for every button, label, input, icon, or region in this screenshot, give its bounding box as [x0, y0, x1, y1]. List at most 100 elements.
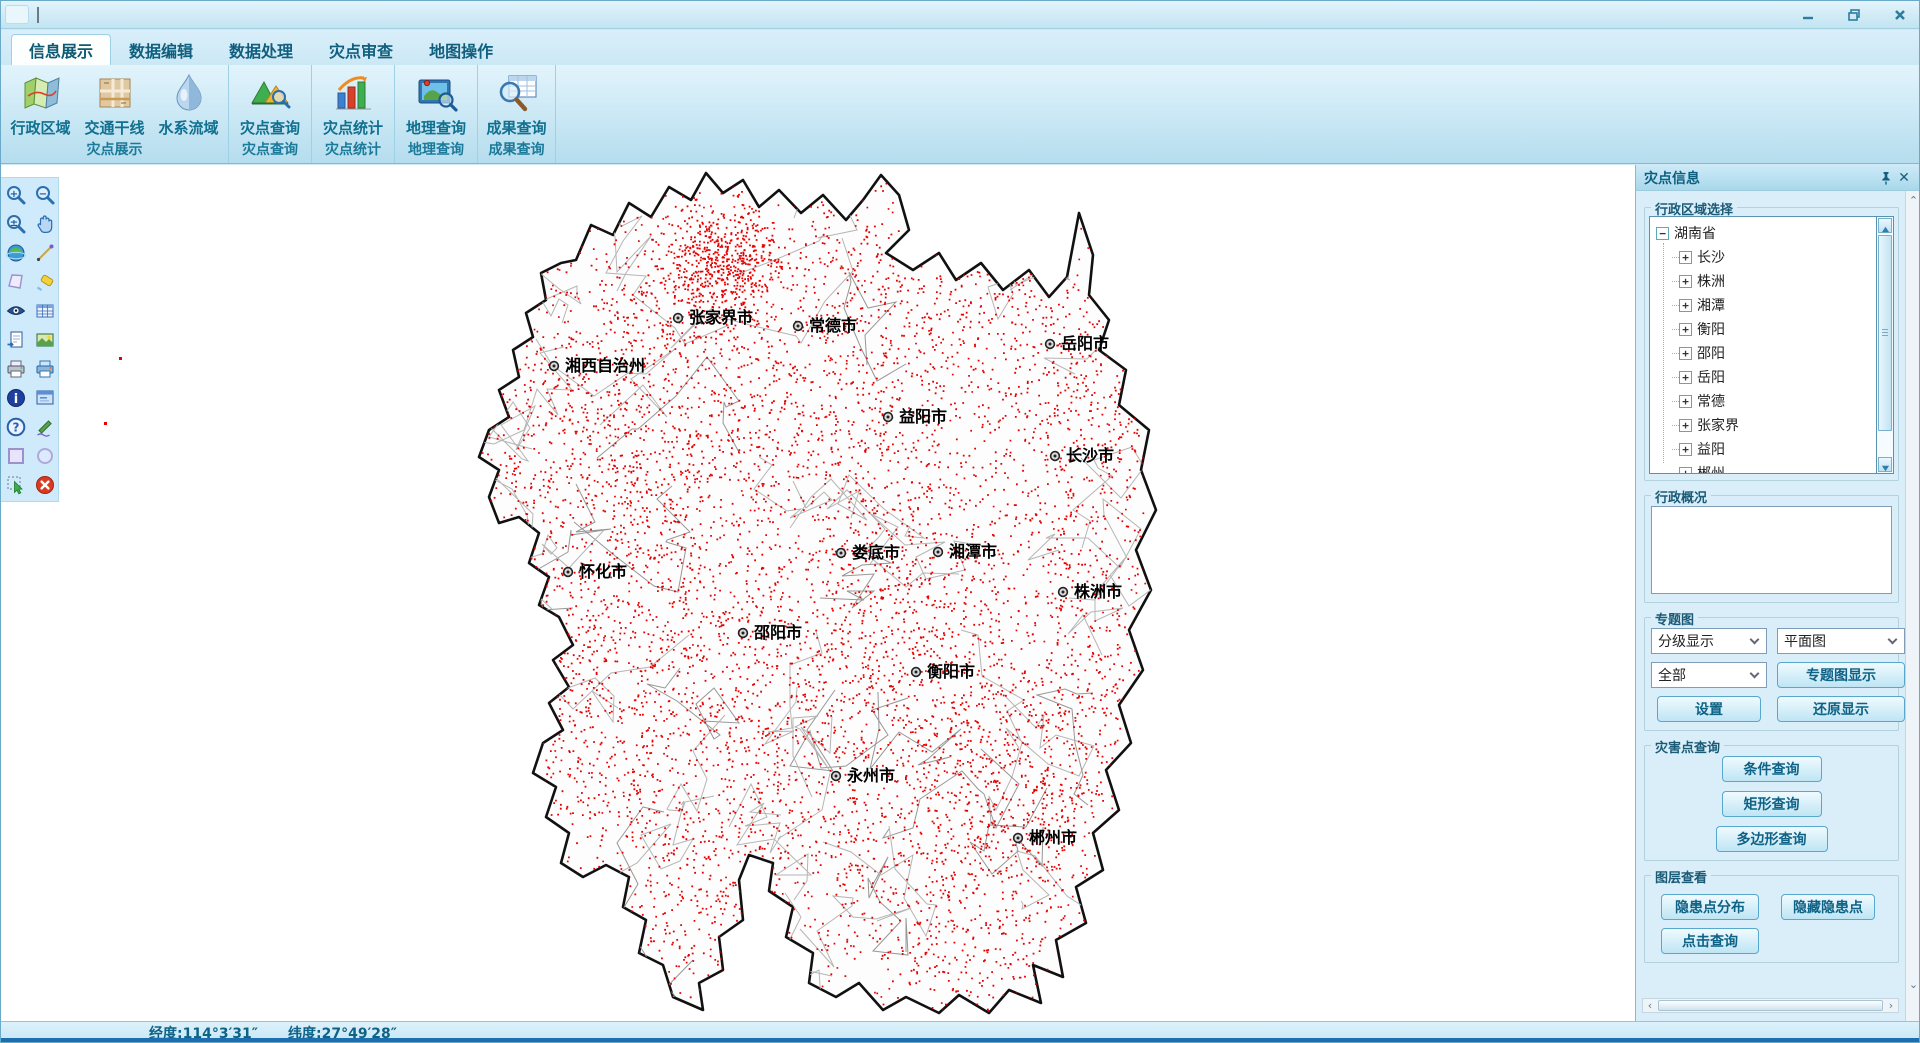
expand-icon[interactable]: +: [1679, 275, 1692, 288]
water-system-button[interactable]: 水系流域: [152, 71, 226, 138]
tree-scroll-thumb[interactable]: [1878, 235, 1892, 431]
tab-0[interactable]: 信息展示: [11, 34, 111, 65]
tree-scroll-down[interactable]: [1878, 457, 1892, 472]
result-query-button[interactable]: 成果查询: [480, 71, 554, 138]
expand-icon[interactable]: +: [1679, 323, 1692, 336]
tree-node-label: 湘潭: [1697, 295, 1725, 315]
tool-print-preview[interactable]: [33, 357, 57, 381]
map-city-label: 常德市: [809, 316, 857, 335]
tree-child-node-6[interactable]: + 常德: [1650, 389, 1876, 413]
close-button[interactable]: [1889, 6, 1911, 24]
tool-pointer-select[interactable]: [4, 473, 28, 497]
tree-child-node-9[interactable]: +郴州: [1650, 461, 1876, 473]
thematic-show-button[interactable]: 专题图显示: [1777, 662, 1905, 688]
polygon-query-button[interactable]: 多边形查询: [1716, 826, 1828, 852]
tool-zoom-out[interactable]: −: [33, 183, 57, 207]
tree-child-node-7[interactable]: +张家界: [1650, 413, 1876, 437]
tool-pan[interactable]: [33, 212, 57, 236]
expand-icon[interactable]: +: [1679, 419, 1692, 432]
tool-table[interactable]: [33, 299, 57, 323]
tool-measure[interactable]: [33, 241, 57, 265]
map-style-select[interactable]: 平面图: [1777, 628, 1905, 654]
rectangle-query-button[interactable]: 矩形查询: [1722, 791, 1822, 817]
admin-region-button[interactable]: 行政区域: [4, 71, 78, 138]
restore-display-button[interactable]: 还原显示: [1777, 696, 1905, 722]
disaster-stats-button[interactable]: 灾点统计: [316, 71, 390, 138]
ribbon-group-label: 灾点查询: [229, 139, 311, 163]
chevron-down-icon: [1750, 669, 1760, 679]
tab-3[interactable]: 灾点审查: [311, 34, 411, 65]
tool-zoom-window[interactable]: ±: [4, 212, 28, 236]
traffic-lines-button[interactable]: 交通干线: [78, 71, 152, 138]
expand-icon[interactable]: +: [1679, 251, 1692, 264]
svg-text:−: −: [38, 188, 46, 199]
overview-textbox[interactable]: [1651, 506, 1892, 594]
pin-icon[interactable]: [1877, 169, 1895, 187]
tool-rect-select[interactable]: [4, 444, 28, 468]
tool-delete[interactable]: [33, 473, 57, 497]
disaster-info-panel: 灾点信息 ✕ 行政区域选择 −湖南省+长沙+株洲+湘潭+衡阳+邵阳+岳阳+常德+…: [1635, 165, 1920, 1021]
scope-select[interactable]: 全部: [1651, 662, 1767, 688]
tool-export[interactable]: [4, 328, 28, 352]
settings-button[interactable]: 设置: [1657, 696, 1761, 722]
thematic-type-select[interactable]: 分级显示: [1651, 628, 1767, 654]
expand-icon[interactable]: +: [1679, 299, 1692, 312]
tool-printer[interactable]: [4, 357, 28, 381]
expand-icon[interactable]: +: [1679, 371, 1692, 384]
condition-query-button[interactable]: 条件查询: [1722, 756, 1822, 782]
hide-hazard-button[interactable]: 隐藏隐患点: [1781, 894, 1875, 920]
disaster-query-button[interactable]: 灾点查询: [233, 71, 307, 138]
tool-sketch[interactable]: [33, 415, 57, 439]
minimize-button[interactable]: [1797, 6, 1819, 24]
tool-image[interactable]: [33, 328, 57, 352]
tree-child-node-0[interactable]: +长沙: [1650, 245, 1876, 269]
tab-1[interactable]: 数据编辑: [111, 34, 211, 65]
click-query-button[interactable]: 点击查询: [1661, 928, 1759, 954]
tool-window[interactable]: [33, 386, 57, 410]
tool-globe[interactable]: [4, 241, 28, 265]
tool-eye[interactable]: [4, 299, 28, 323]
tree-root-node[interactable]: −湖南省: [1650, 221, 1876, 245]
panel-scroll-down-icon[interactable]: ⌄: [1906, 977, 1920, 993]
tool-circle-select[interactable]: [33, 444, 57, 468]
tool-eraser[interactable]: [33, 270, 57, 294]
tab-2[interactable]: 数据处理: [211, 34, 311, 65]
tree-child-node-1[interactable]: +株洲: [1650, 269, 1876, 293]
tree-node-label: 益阳: [1697, 439, 1725, 459]
map-canvas[interactable]: 张家界市常德市岳阳市湘西自治州益阳市长沙市娄底市湘潭市怀化市株洲市邵阳市衡阳市永…: [1, 165, 1635, 1021]
restore-button[interactable]: [1843, 6, 1865, 24]
expand-icon[interactable]: +: [1679, 443, 1692, 456]
tree-child-node-8[interactable]: + 益阳: [1650, 437, 1876, 461]
tree-child-node-4[interactable]: +邵阳: [1650, 341, 1876, 365]
panel-scroll-up-icon[interactable]: ⌃: [1906, 193, 1920, 209]
tool-info[interactable]: i: [4, 386, 28, 410]
tool-polygon[interactable]: [4, 270, 28, 294]
tool-help[interactable]: ?: [4, 415, 28, 439]
expand-icon[interactable]: +: [1679, 347, 1692, 360]
disaster-query-groupbox: 灾害点查询 条件查询 矩形查询 多边形查询: [1644, 745, 1899, 861]
tab-4[interactable]: 地图操作: [411, 34, 511, 65]
panel-scroll-right-icon[interactable]: ›: [1884, 999, 1898, 1012]
tree-child-node-2[interactable]: + 湘潭: [1650, 293, 1876, 317]
panel-close-icon[interactable]: ✕: [1895, 169, 1913, 187]
collapse-icon[interactable]: −: [1656, 227, 1669, 240]
region-tree: −湖南省+长沙+株洲+湘潭+衡阳+邵阳+岳阳+常德+张家界+益阳+郴州: [1649, 216, 1894, 474]
tree-scroll-up[interactable]: [1878, 218, 1892, 233]
quick-access-toolbar[interactable]: [5, 5, 29, 24]
expand-icon[interactable]: +: [1679, 395, 1692, 408]
panel-scroll-left-icon[interactable]: ‹: [1643, 999, 1657, 1012]
tree-connector: [1672, 473, 1679, 474]
ribbon-tab-bar: 信息展示数据编辑数据处理灾点审查地图操作: [1, 30, 1919, 65]
geo-query-button[interactable]: 地理查询: [399, 71, 473, 138]
panel-hscroll-thumb[interactable]: [1658, 1000, 1883, 1011]
tree-child-node-3[interactable]: +衡阳: [1650, 317, 1876, 341]
panel-hscrollbar[interactable]: ‹ ›: [1642, 998, 1899, 1013]
tree-child-node-5[interactable]: +岳阳: [1650, 365, 1876, 389]
tree-node-label: 常德: [1697, 391, 1725, 411]
tool-zoom-in[interactable]: +: [4, 183, 28, 207]
water-drop-icon: [167, 71, 211, 115]
tree-scrollbar[interactable]: [1876, 217, 1893, 473]
expand-icon[interactable]: +: [1679, 467, 1692, 474]
hazard-distribution-button[interactable]: 隐患点分布: [1661, 894, 1759, 920]
panel-scrollbar[interactable]: ⌃ ⌄: [1905, 191, 1920, 1021]
